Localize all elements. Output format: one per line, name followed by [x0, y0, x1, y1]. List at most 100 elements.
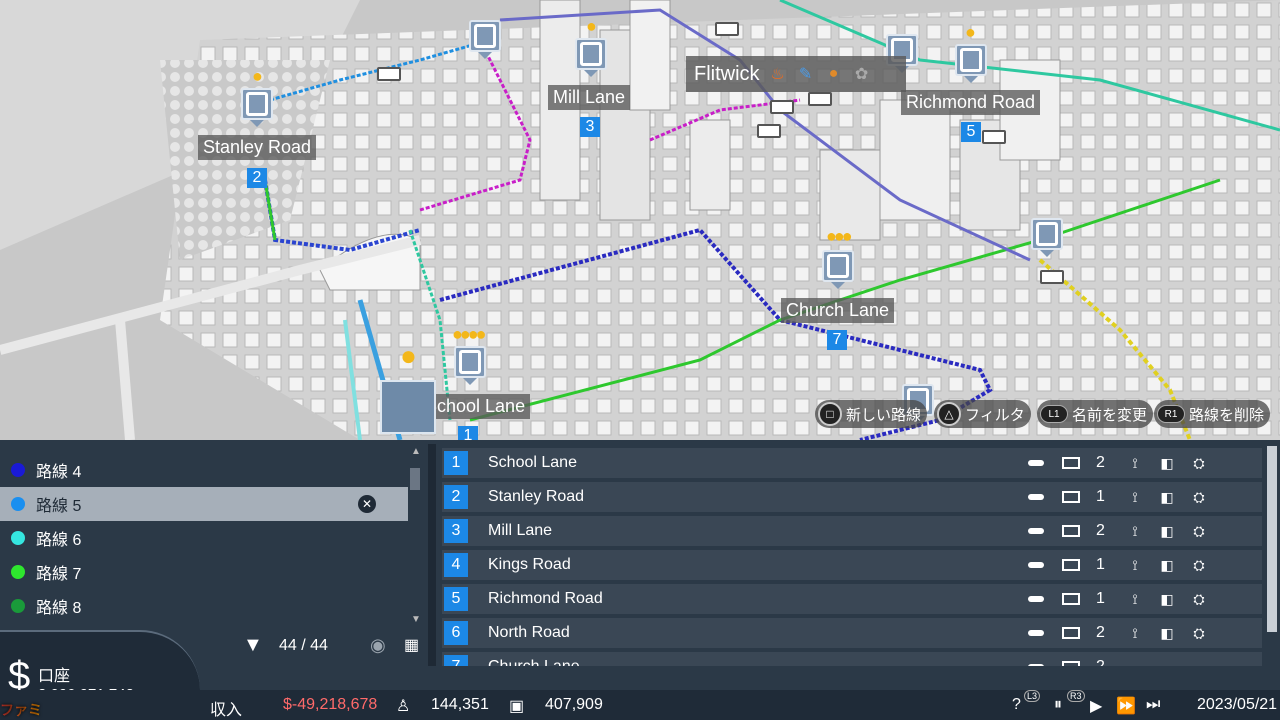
route-panel: 路線 4 路線 5 ✕ 路線 6 路線 7 路線 8 ▲ ▼ ▼ 44 / 44… — [0, 440, 1280, 690]
stop-slider[interactable] — [1028, 596, 1044, 602]
bus-settings-icon[interactable]: ⛭ — [1190, 556, 1208, 574]
stop-slider[interactable] — [1028, 562, 1044, 568]
stop-name: School Lane — [488, 454, 577, 471]
bus-count: 2 — [1096, 624, 1105, 641]
route-color-dot — [11, 497, 25, 511]
route-branch-icon[interactable]: ⟟ — [1126, 590, 1144, 608]
bus-count: 1 — [1096, 556, 1105, 573]
stop-row[interactable]: 1 School Lane 2 ⟟ ◧ ⛭ — [442, 448, 1262, 478]
stop-row[interactable]: 2 Stanley Road 1 ⟟ ◧ ⛭ — [442, 482, 1262, 512]
population-value: 144,351 — [431, 696, 489, 713]
fastest-forward-icon[interactable]: ⏭ — [1146, 696, 1160, 714]
delete-route-button[interactable]: R1 路線を削除 — [1154, 400, 1271, 428]
grid-view-icon[interactable]: ▦ — [404, 635, 419, 655]
bus-settings-icon[interactable]: ⛭ — [1190, 522, 1208, 540]
people-group-icon: ●●● — [826, 226, 853, 246]
stop-row[interactable]: 4 Kings Road 1 ⟟ ◧ ⛭ — [442, 550, 1262, 580]
route-branch-icon[interactable]: ⟟ — [1126, 522, 1144, 540]
truck-icon — [770, 100, 794, 114]
rename-button[interactable]: L1 名前を変更 — [1037, 400, 1154, 428]
bus-icon — [1062, 457, 1080, 469]
stop-label[interactable]: Stanley Road — [198, 135, 317, 160]
cargo-value: 407,909 — [545, 696, 603, 713]
stop-name: Mill Lane — [488, 522, 553, 539]
route-branch-icon[interactable]: ⟟ — [1126, 624, 1144, 642]
layout-toggle-icon[interactable]: ◧ — [1158, 488, 1176, 506]
truck-icon — [715, 22, 739, 36]
pause-icon[interactable]: ⏸ — [1054, 696, 1062, 714]
stop-label[interactable]: School Lane — [420, 394, 531, 419]
route-branch-icon[interactable]: ⟟ — [1126, 488, 1144, 506]
help-icon[interactable]: ? — [1012, 696, 1021, 714]
bus-settings-icon[interactable]: ⛭ — [1190, 454, 1208, 472]
stop-row[interactable]: 5 Richmond Road 1 ⟟ ◧ ⛭ — [442, 584, 1262, 614]
scroll-thumb[interactable] — [1267, 446, 1277, 632]
chevron-down-icon[interactable]: ▼ — [411, 614, 421, 625]
bus-icon — [1062, 491, 1080, 503]
layout-toggle-icon[interactable]: ◧ — [1158, 624, 1176, 642]
route-branch-icon[interactable]: ⟟ — [1126, 454, 1144, 472]
new-route-button[interactable]: □ 新しい路線 — [815, 400, 928, 428]
stop-row[interactable]: 6 North Road 2 ⟟ ◧ ⛭ — [442, 618, 1262, 648]
bus-stop-pin[interactable] — [822, 250, 854, 289]
stop-slider[interactable] — [1028, 494, 1044, 500]
city-map[interactable]: ● ● ● ●●● ●●●● ● Stanley Road 2 Mill Lan… — [0, 0, 1280, 440]
route-item[interactable]: 路線 7 — [0, 555, 408, 589]
filter-label: フィルタ — [965, 406, 1025, 424]
filter-button[interactable]: △ フィルタ — [934, 400, 1031, 428]
bus-stop-pin[interactable] — [469, 20, 501, 59]
scroll-thumb[interactable] — [410, 468, 420, 490]
route-label: 路線 5 — [36, 498, 82, 515]
stop-name: Stanley Road — [488, 488, 585, 505]
population-icon: ♙ — [396, 698, 411, 715]
stop-number: 1 — [458, 426, 478, 440]
eye-icon[interactable]: ◉ — [370, 635, 386, 656]
chevron-up-icon[interactable]: ▲ — [411, 446, 421, 457]
rename-label: 名前を変更 — [1072, 406, 1148, 424]
layout-toggle-icon[interactable]: ◧ — [1158, 556, 1176, 574]
stop-slider[interactable] — [1028, 528, 1044, 534]
layout-toggle-icon[interactable]: ◧ — [1158, 590, 1176, 608]
filter-icon[interactable]: ▼ — [243, 634, 263, 657]
layout-toggle-icon[interactable]: ◧ — [1158, 454, 1176, 472]
route-color-dot — [11, 463, 25, 477]
bus-stop-pin[interactable] — [955, 44, 987, 83]
bus-stop-pin[interactable] — [575, 38, 607, 77]
truck-icon — [757, 124, 781, 138]
route-branch-icon[interactable]: ⟟ — [1126, 556, 1144, 574]
remove-route-icon[interactable]: ✕ — [358, 495, 376, 513]
stop-label[interactable]: Richmond Road — [901, 90, 1041, 115]
stop-list-scrollbar[interactable] — [1266, 446, 1278, 666]
station-stop-icon[interactable] — [380, 380, 436, 434]
stop-label[interactable]: Church Lane — [781, 298, 895, 323]
route-item[interactable]: 路線 4 — [0, 453, 408, 487]
bus-settings-icon[interactable]: ⛭ — [1190, 624, 1208, 642]
route-item-selected[interactable]: 路線 5 ✕ — [0, 487, 408, 521]
person-icon: ● — [252, 66, 263, 86]
square-button-icon: □ — [818, 402, 842, 426]
route-list: 路線 4 路線 5 ✕ 路線 6 路線 7 路線 8 ▲ ▼ — [0, 440, 428, 630]
account-title: 口座 — [38, 668, 71, 685]
stop-slider[interactable] — [1028, 630, 1044, 636]
bus-stop-pin[interactable] — [1031, 218, 1063, 257]
stop-slider[interactable] — [1028, 460, 1044, 466]
bus-stop-pin[interactable] — [241, 88, 273, 127]
stop-number: 3 — [444, 519, 468, 543]
route-count: 44 / 44 — [279, 637, 328, 654]
bus-settings-icon[interactable]: ⛭ — [1190, 590, 1208, 608]
route-item[interactable]: 路線 6 — [0, 521, 408, 555]
stop-row[interactable]: 3 Mill Lane 2 ⟟ ◧ ⛭ — [442, 516, 1262, 546]
bus-count: 1 — [1096, 590, 1105, 607]
route-item[interactable]: 路線 8 — [0, 589, 408, 623]
bus-settings-icon[interactable]: ⛭ — [1190, 488, 1208, 506]
stop-slider[interactable] — [1028, 664, 1044, 666]
fast-forward-icon[interactable]: ⏩ — [1116, 696, 1136, 716]
stop-label[interactable]: Mill Lane — [548, 85, 631, 110]
route-list-scrollbar[interactable]: ▲ ▼ — [408, 446, 424, 626]
play-icon[interactable]: ▶ — [1090, 696, 1102, 716]
bus-stop-pin[interactable] — [454, 346, 486, 385]
layout-toggle-icon[interactable]: ◧ — [1158, 522, 1176, 540]
stop-list: 1 School Lane 2 ⟟ ◧ ⛭ 2 Stanley Road 1 ⟟… — [428, 444, 1280, 666]
stop-number: 1 — [444, 451, 468, 475]
stop-row[interactable]: 7 Church Lane 2 — [442, 652, 1262, 666]
